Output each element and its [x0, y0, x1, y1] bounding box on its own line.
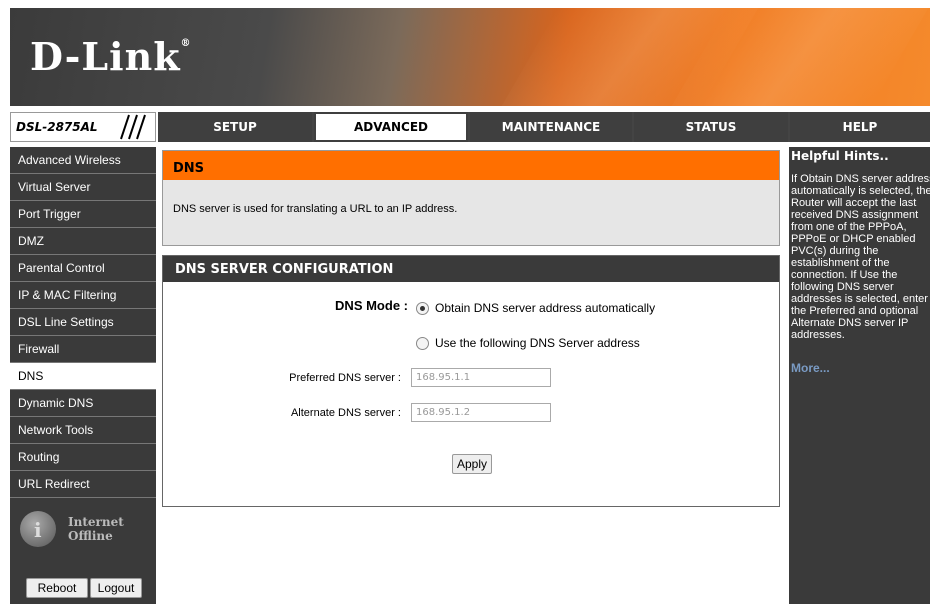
tab-advanced[interactable]: ADVANCED	[314, 112, 468, 142]
sidebar-item-port-trigger[interactable]: Port Trigger	[10, 201, 156, 228]
tab-maintenance[interactable]: MAINTENANCE	[470, 112, 632, 142]
reboot-button[interactable]: Reboot	[26, 578, 88, 598]
sidebar-item-url-redirect[interactable]: URL Redirect	[10, 471, 156, 498]
sidebar-item-dmz[interactable]: DMZ	[10, 228, 156, 255]
sidebar-item-dsl-line-settings[interactable]: DSL Line Settings	[10, 309, 156, 336]
sidebar-item-virtual-server[interactable]: Virtual Server	[10, 174, 156, 201]
internet-status-line1: Internet	[68, 515, 124, 529]
sidebar-item-firewall[interactable]: Firewall	[10, 336, 156, 363]
logout-button[interactable]: Logout	[90, 578, 142, 598]
help-panel: Helpful Hints.. If Obtain DNS server add…	[789, 147, 930, 604]
help-more-link[interactable]: More...	[789, 341, 930, 375]
sidebar-item-dns[interactable]: DNS	[10, 363, 156, 390]
radio-obtain-auto-label[interactable]: Obtain DNS server address automatically	[435, 301, 655, 315]
header-banner: D-Link®	[10, 8, 930, 106]
tab-status[interactable]: STATUS	[634, 112, 788, 142]
dns-config-box: DNS SERVER CONFIGURATION DNS Mode : Obta…	[162, 255, 780, 507]
top-nav-tabs: SETUP ADVANCED MAINTENANCE STATUS HELP	[158, 112, 930, 142]
slash-decoration-icon	[120, 114, 146, 140]
model-name: DSL-2875AL	[16, 120, 98, 134]
dlink-logo: D-Link®	[30, 34, 192, 79]
alternate-dns-input[interactable]: 168.95.1.2	[411, 403, 551, 422]
internet-status-line2: Offline	[68, 529, 113, 543]
help-title: Helpful Hints..	[791, 149, 889, 163]
tab-setup[interactable]: SETUP	[158, 112, 312, 142]
internet-status: i Internet Offline	[18, 507, 148, 557]
radio-obtain-auto[interactable]	[416, 302, 429, 315]
radio-use-following-label[interactable]: Use the following DNS Server address	[435, 336, 640, 350]
sidebar-item-dynamic-dns[interactable]: Dynamic DNS	[10, 390, 156, 417]
sidebar-item-routing[interactable]: Routing	[10, 444, 156, 471]
internet-globe-icon: i	[20, 511, 56, 547]
sidebar-item-network-tools[interactable]: Network Tools	[10, 417, 156, 444]
model-label: DSL-2875AL	[10, 112, 156, 142]
dns-mode-label: DNS Mode :	[335, 298, 408, 313]
sidebar: Advanced Wireless Virtual Server Port Tr…	[10, 147, 156, 604]
apply-button[interactable]: Apply	[452, 454, 492, 474]
sidebar-item-parental-control[interactable]: Parental Control	[10, 255, 156, 282]
section-title: DNS	[163, 151, 779, 180]
radio-use-following[interactable]	[416, 337, 429, 350]
preferred-dns-label: Preferred DNS server :	[289, 372, 401, 384]
config-title: DNS SERVER CONFIGURATION	[163, 256, 779, 282]
dns-info-box: DNS DNS server is used for translating a…	[162, 150, 780, 246]
alternate-dns-label: Alternate DNS server :	[290, 407, 401, 419]
help-body: If Obtain DNS server address automatical…	[791, 173, 930, 341]
sidebar-item-advanced-wireless[interactable]: Advanced Wireless	[10, 147, 156, 174]
preferred-dns-input[interactable]: 168.95.1.1	[411, 368, 551, 387]
sidebar-item-ip-mac-filtering[interactable]: IP & MAC Filtering	[10, 282, 156, 309]
section-description: DNS server is used for translating a URL…	[173, 203, 458, 215]
tab-help[interactable]: HELP	[790, 112, 930, 142]
internet-status-text: Internet Offline	[68, 515, 124, 543]
